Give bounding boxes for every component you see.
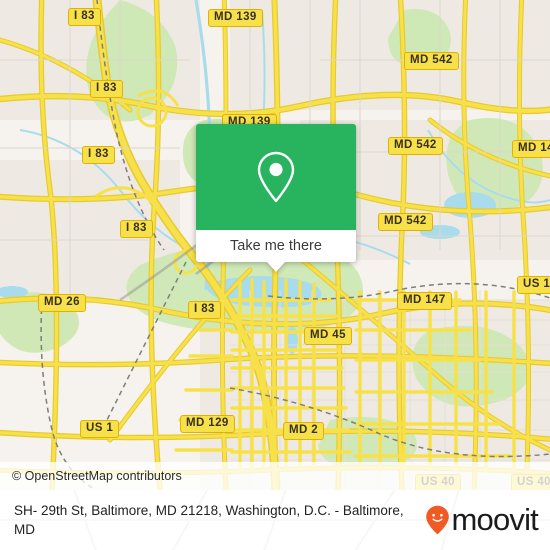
- road-shield: MD 45: [304, 327, 352, 345]
- road-shield: I 83: [188, 301, 221, 319]
- moovit-location-card: I 83 MD 139 MD 542 I 83 MD 139 I 83 MD 5…: [0, 0, 550, 550]
- road-shield: MD 14: [512, 140, 550, 158]
- road-shield: I 83: [68, 8, 101, 26]
- road-shield: MD 147: [397, 292, 452, 310]
- road-shield: I 83: [90, 80, 123, 98]
- map-pin-icon: [257, 151, 295, 203]
- popup-header: [196, 124, 356, 230]
- road-shield: MD 26: [38, 294, 86, 312]
- take-me-there-button[interactable]: Take me there: [196, 230, 356, 262]
- location-popup[interactable]: Take me there: [196, 124, 356, 272]
- map-viewport[interactable]: I 83 MD 139 MD 542 I 83 MD 139 I 83 MD 5…: [0, 0, 550, 490]
- road-shield: MD 542: [404, 52, 459, 70]
- moovit-smiley-pin-icon: [426, 505, 450, 535]
- footer-bar: SH- 29th St, Baltimore, MD 21218, Washin…: [0, 490, 550, 550]
- road-shield: MD 2: [283, 422, 325, 440]
- road-shield: US 1: [517, 276, 550, 294]
- road-shield: I 83: [120, 220, 153, 238]
- road-shield: MD 542: [388, 137, 443, 155]
- osm-attribution-text[interactable]: © OpenStreetMap contributors: [0, 469, 182, 483]
- location-caption: SH- 29th St, Baltimore, MD 21218, Washin…: [14, 503, 404, 537]
- take-me-there-label: Take me there: [230, 238, 322, 254]
- popup-pointer-tail: [267, 262, 285, 272]
- moovit-logo[interactable]: moovit: [425, 502, 550, 537]
- road-shield: I 83: [82, 146, 115, 164]
- moovit-wordmark: moovit: [451, 502, 538, 537]
- road-shield: MD 129: [180, 415, 235, 433]
- map-attribution-bar: © OpenStreetMap contributors: [0, 462, 550, 490]
- road-shield: MD 542: [378, 213, 433, 231]
- road-shield: MD 139: [208, 9, 263, 27]
- road-shield: US 1: [80, 420, 120, 438]
